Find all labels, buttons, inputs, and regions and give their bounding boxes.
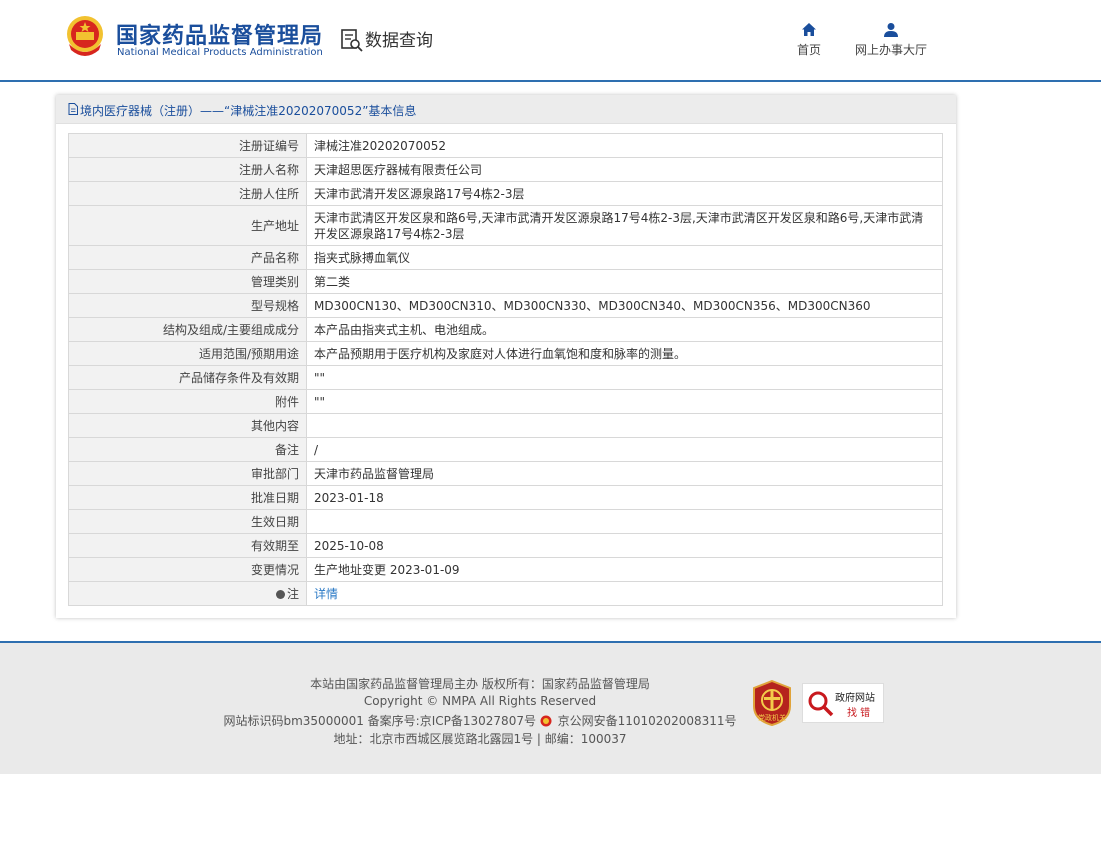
field-label: 有效期至 bbox=[68, 533, 307, 558]
registration-info-table: 注册证编号 津械注准20202070052 注册人名称 天津超思医疗器械有限责任公司注… bbox=[68, 133, 943, 606]
field-value: 本产品由指夹式主机、电池组成。 bbox=[306, 317, 943, 342]
field-label: 生产地址 bbox=[68, 205, 307, 246]
field-value bbox=[306, 509, 943, 534]
field-label: 生效日期 bbox=[68, 509, 307, 534]
table-row: 管理类别 第二类 bbox=[68, 269, 943, 294]
table-row: 结构及组成/主要组成成分 本产品由指夹式主机、电池组成。 bbox=[68, 317, 943, 342]
field-value: "" bbox=[306, 365, 943, 390]
table-row: 产品储存条件及有效期 "" bbox=[68, 365, 943, 390]
table-row: 生产地址 天津市武清区开发区泉和路6号,天津市武清开发区源泉路17号4栋2-3层,… bbox=[68, 205, 943, 246]
field-value: 天津超思医疗器械有限责任公司 bbox=[306, 157, 943, 182]
field-value: 天津市武清开发区源泉路17号4栋2-3层 bbox=[306, 181, 943, 206]
field-value: 2023-01-18 bbox=[306, 485, 943, 510]
badge2-bottom-text: 找 错 bbox=[847, 708, 871, 719]
nav-home[interactable]: 首页 bbox=[794, 22, 824, 58]
site-logo[interactable]: 国家药品监督管理局 National Medical Products Admi… bbox=[64, 14, 323, 62]
badge1-text: 党政机关 bbox=[758, 713, 786, 722]
table-row: 注册人名称 天津超思医疗器械有限责任公司 bbox=[68, 157, 943, 182]
table-row: 型号规格 MD300CN130、MD300CN310、MD300CN330、MD3… bbox=[68, 293, 943, 318]
home-icon bbox=[802, 23, 816, 36]
field-value: 生产地址变更 2023-01-09 bbox=[306, 557, 943, 582]
field-value: 2025-10-08 bbox=[306, 533, 943, 558]
field-value-note: 详情 bbox=[306, 581, 943, 606]
section-title-text: 数据查询 bbox=[365, 31, 433, 51]
site-header: 国家药品监督管理局 National Medical Products Admi… bbox=[0, 0, 1101, 82]
field-label: 附件 bbox=[68, 389, 307, 414]
field-value: 津械注准20202070052 bbox=[306, 133, 943, 158]
data-query-icon bbox=[341, 29, 363, 52]
field-label: 注册证编号 bbox=[68, 133, 307, 158]
table-row: 批准日期 2023-01-18 bbox=[68, 485, 943, 510]
table-row: 产品名称 指夹式脉搏血氧仪 bbox=[68, 245, 943, 270]
table-row: 注册人住所 天津市武清开发区源泉路17号4栋2-3层 bbox=[68, 181, 943, 206]
field-value: 天津市药品监督管理局 bbox=[306, 461, 943, 486]
field-value: 指夹式脉搏血氧仪 bbox=[306, 245, 943, 270]
field-label: 审批部门 bbox=[68, 461, 307, 486]
panel-header: 境内医疗器械（注册）——“津械注准20202070052”基本信息 bbox=[56, 95, 956, 124]
logo-title-en: National Medical Products Administration bbox=[117, 47, 323, 58]
nav-home-label: 首页 bbox=[796, 43, 821, 57]
field-label: 其他内容 bbox=[68, 413, 307, 438]
field-label: 型号规格 bbox=[68, 293, 307, 318]
police-badge-icon bbox=[540, 715, 552, 727]
field-label: 产品名称 bbox=[68, 245, 307, 270]
site-footer: 本站由国家药品监督管理局主办 版权所有：国家药品监督管理局 Copyright … bbox=[0, 641, 1101, 774]
table-row: 生效日期 bbox=[68, 509, 943, 534]
table-row: 有效期至 2025-10-08 bbox=[68, 533, 943, 558]
user-icon bbox=[884, 23, 898, 37]
field-label: 变更情况 bbox=[68, 557, 307, 582]
field-value: 第二类 bbox=[306, 269, 943, 294]
nav-online-hall-label: 网上办事大厅 bbox=[854, 43, 927, 57]
logo-title-cn: 国家药品监督管理局 bbox=[116, 24, 324, 49]
field-label: 结构及组成/主要组成成分 bbox=[68, 317, 307, 342]
table-row: 适用范围/预期用途 本产品预期用于医疗机构及家庭对人体进行血氧饱和度和脉率的测量。 bbox=[68, 341, 943, 366]
table-row: 其他内容 bbox=[68, 413, 943, 438]
field-value: MD300CN130、MD300CN310、MD300CN330、MD300CN… bbox=[306, 293, 943, 318]
field-label: 适用范围/预期用途 bbox=[68, 341, 307, 366]
field-value: / bbox=[306, 437, 943, 462]
note-label: 注 bbox=[286, 586, 299, 601]
panel-title: 境内医疗器械（注册）——“津械注准20202070052”基本信息 bbox=[80, 104, 417, 118]
field-label: 批准日期 bbox=[68, 485, 307, 510]
field-label: 产品储存条件及有效期 bbox=[68, 365, 307, 390]
field-label: 注册人住所 bbox=[68, 181, 307, 206]
magnifier-icon bbox=[808, 691, 834, 717]
field-value: 本产品预期用于医疗机构及家庭对人体进行血氧饱和度和脉率的测量。 bbox=[306, 341, 943, 366]
field-label: 备注 bbox=[68, 437, 307, 462]
party-government-badge[interactable]: 党政机关 bbox=[752, 680, 792, 726]
field-value: "" bbox=[306, 389, 943, 414]
detail-panel: 境内医疗器械（注册）——“津械注准20202070052”基本信息 注册证编号津… bbox=[56, 95, 956, 618]
table-row: 附件 "" bbox=[68, 389, 943, 414]
document-icon bbox=[68, 103, 78, 115]
field-label-note: 注 bbox=[68, 581, 307, 606]
gov-site-error-badge[interactable]: 政府网站 找 错 bbox=[802, 683, 884, 723]
details-link[interactable]: 详情 bbox=[314, 587, 338, 601]
national-emblem-icon bbox=[67, 16, 103, 56]
table-row: 审批部门 天津市药品监督管理局 bbox=[68, 461, 943, 486]
footer-public-security[interactable]: 京公网安备11010202008311号 bbox=[558, 714, 737, 728]
table-row: 变更情况 生产地址变更 2023-01-09 bbox=[68, 557, 943, 582]
field-value bbox=[306, 413, 943, 438]
footer-address: 地址：北京市西城区展览路北露园1号 | 邮编：100037 bbox=[333, 732, 627, 746]
badge2-top-text: 政府网站 bbox=[835, 693, 875, 704]
nav-online-hall[interactable]: 网上办事大厅 bbox=[852, 22, 930, 58]
table-row: 注册证编号 津械注准20202070052 bbox=[68, 133, 943, 158]
table-row-note: 注 详情 bbox=[68, 581, 943, 606]
field-label: 管理类别 bbox=[68, 269, 307, 294]
table-row: 备注 / bbox=[68, 437, 943, 462]
pin-icon bbox=[275, 589, 285, 599]
field-label: 注册人名称 bbox=[68, 157, 307, 182]
field-value: 天津市武清区开发区泉和路6号,天津市武清开发区源泉路17号4栋2-3层,天津市武… bbox=[306, 205, 943, 246]
footer-icp[interactable]: 网站标识码bm35000001 备案序号:京ICP备13027807号 bbox=[223, 714, 535, 728]
